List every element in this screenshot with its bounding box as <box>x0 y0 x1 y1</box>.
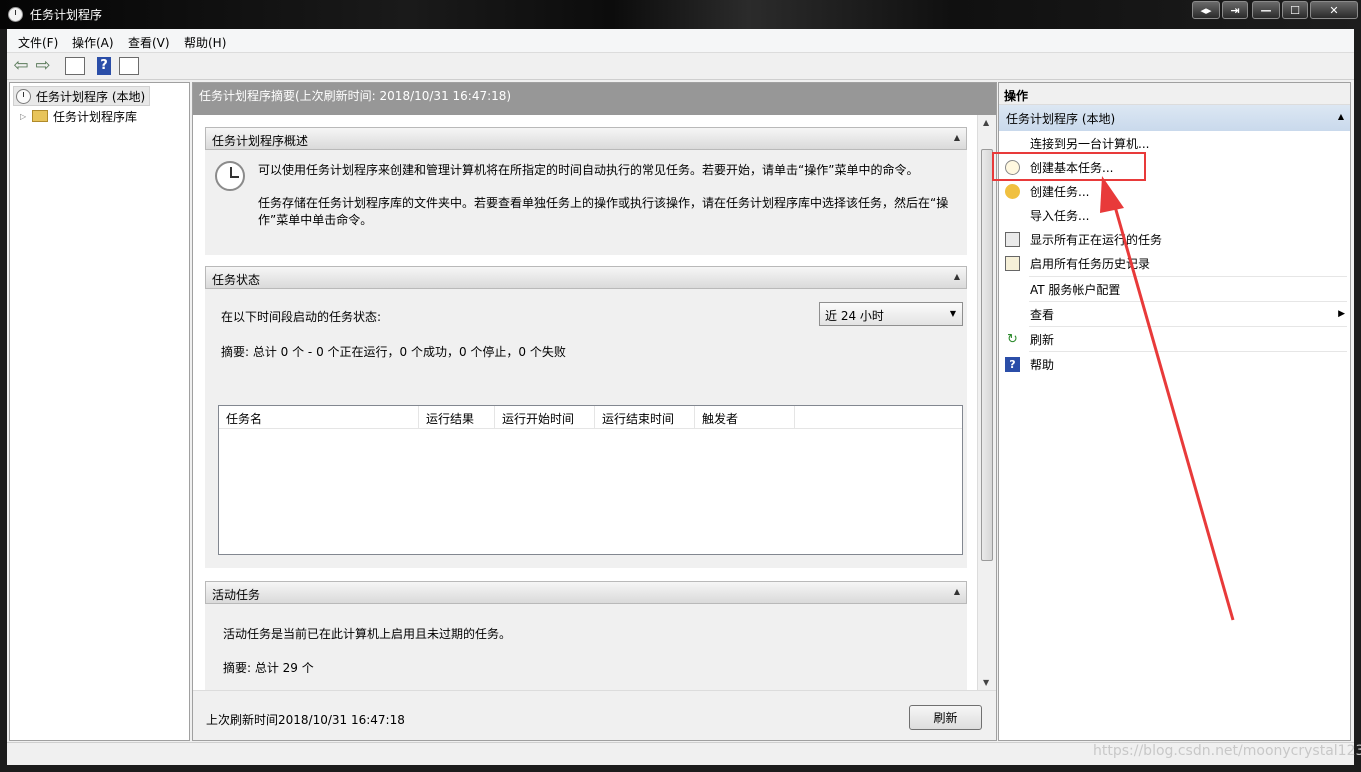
task-scheduler-clock-icon <box>8 7 23 22</box>
column-task-name[interactable]: 任务名 <box>219 406 419 429</box>
tree-item-root-label: 任务计划程序 (本地) <box>36 89 146 104</box>
status-range-label: 在以下时间段启动的任务状态: <box>221 310 382 324</box>
task-status-list-header: 任务名 运行结果 运行开始时间 运行结束时间 触发者 <box>219 406 962 429</box>
action-at-service-config[interactable]: AT 服务帐户配置 <box>999 277 1350 301</box>
create-task-icon <box>1005 183 1020 199</box>
task-status-section-header[interactable]: 任务状态 ▲ <box>205 266 967 289</box>
extra-window-buttons: ◂▸ ⇥ <box>1192 1 1248 19</box>
help-icon: ? <box>1005 356 1020 372</box>
task-history-icon <box>1005 255 1020 271</box>
menu-file[interactable]: 文件(F) <box>18 34 58 51</box>
dropdown-arrow-icon: ▼ <box>949 309 956 318</box>
overview-title: 任务计划程序概述 <box>212 134 309 148</box>
action-help[interactable]: ? 帮助 <box>999 352 1350 376</box>
summary-footer: 上次刷新时间2018/10/31 16:47:18 刷新 <box>193 690 996 740</box>
clock-icon <box>16 88 31 104</box>
scrollbar-thumb[interactable] <box>981 149 993 561</box>
watermark: https://blog.csdn.net/moonycrystal123 <box>1093 743 1361 759</box>
summary-header: 任务计划程序摘要(上次刷新时间: 2018/10/31 16:47:18) <box>193 83 996 115</box>
toolbar: ⇦ ⇨ ? <box>7 53 1354 80</box>
overview-paragraph-1: 可以使用任务计划程序来创建和管理计算机将在所指定的时间自动执行的常见任务。若要开… <box>258 163 919 177</box>
time-range-value: 近 24 小时 <box>825 309 884 323</box>
overview-section-header[interactable]: 任务计划程序概述 ▲ <box>205 127 967 150</box>
active-tasks-title: 活动任务 <box>212 588 261 602</box>
expand-triangle-icon[interactable]: ▷ <box>20 112 30 121</box>
action-enable-history[interactable]: 启用所有任务历史记录 <box>999 251 1350 275</box>
menu-help[interactable]: 帮助(H) <box>184 34 226 51</box>
action-label: 显示所有正在运行的任务 <box>1030 232 1163 247</box>
task-status-list[interactable]: 任务名 运行结果 运行开始时间 运行结束时间 触发者 <box>218 405 963 555</box>
action-label: 查看 <box>1030 307 1055 322</box>
collapse-chevron-icon[interactable]: ▲ <box>954 133 960 142</box>
column-run-result[interactable]: 运行结果 <box>419 406 495 429</box>
submenu-arrow-icon: ▶ <box>1338 309 1345 319</box>
summary-scroll-area: 任务计划程序概述 ▲ 可以使用任务计划程序来创建和管理计算机将在所指定的时间自动… <box>193 115 977 690</box>
action-refresh[interactable]: ↻ 刷新 <box>999 327 1350 351</box>
column-run-start[interactable]: 运行开始时间 <box>495 406 595 429</box>
refresh-button[interactable]: 刷新 <box>909 705 982 730</box>
action-label: 创建任务... <box>1030 184 1090 199</box>
action-import-task[interactable]: 导入任务... <box>999 203 1350 227</box>
menu-action[interactable]: 操作(A) <box>72 34 114 51</box>
active-tasks-section: 活动任务 ▲ 活动任务是当前已在此计算机上启用且未过期的任务。 摘要: 总计 2… <box>205 581 967 690</box>
last-refresh-text: 上次刷新时间2018/10/31 16:47:18 <box>206 713 405 727</box>
action-label: 帮助 <box>1030 357 1055 372</box>
menu-view[interactable]: 查看(V) <box>128 34 170 51</box>
action-show-running-tasks[interactable]: 显示所有正在运行的任务 <box>999 227 1350 251</box>
status-summary: 摘要: 总计 0 个 - 0 个正在运行，0 个成功，0 个停止，0 个失败 <box>221 345 566 359</box>
tree-item-root[interactable]: 任务计划程序 (本地) <box>13 86 151 106</box>
maximize-button[interactable]: ☐ <box>1282 1 1308 19</box>
show-hide-action-pane-icon[interactable] <box>119 57 139 75</box>
minimize-button[interactable]: — <box>1252 1 1280 19</box>
actions-group-header[interactable]: 任务计划程序 (本地) ▲ <box>999 105 1350 131</box>
actions-group-label: 任务计划程序 (本地) <box>1006 112 1116 126</box>
menu-bar: 文件(F) 操作(A) 查看(V) 帮助(H) <box>7 29 1354 53</box>
show-hide-console-tree-icon[interactable] <box>65 57 85 75</box>
overview-section: 任务计划程序概述 ▲ 可以使用任务计划程序来创建和管理计算机将在所指定的时间自动… <box>205 127 967 255</box>
restore-aside-icon[interactable]: ⇥ <box>1222 1 1248 19</box>
close-button[interactable]: ✕ <box>1310 1 1358 19</box>
main-window: 文件(F) 操作(A) 查看(V) 帮助(H) ⇦ ⇨ ? 任务计划程序 (本地… <box>7 29 1354 765</box>
time-range-dropdown[interactable]: 近 24 小时 ▼ <box>819 302 963 326</box>
collapse-chevron-icon[interactable]: ▲ <box>954 587 960 596</box>
scroll-down-icon[interactable]: ▼ <box>983 678 989 687</box>
window-title: 任务计划程序 <box>30 8 103 22</box>
tree-item-library-label: 任务计划程序库 <box>53 109 138 124</box>
actions-title: 操作 <box>999 83 1350 105</box>
scroll-up-icon[interactable]: ▲ <box>983 118 989 127</box>
task-status-section: 任务状态 ▲ 在以下时间段启动的任务状态: 近 24 小时 ▼ 摘要: 总计 0… <box>205 266 967 568</box>
overview-paragraph-2: 任务存储在任务计划程序库的文件夹中。若要查看单独任务上的操作或执行该操作，请在任… <box>258 196 949 227</box>
annotation-highlight-box <box>992 152 1146 181</box>
action-label: 导入任务... <box>1030 208 1090 223</box>
running-tasks-icon <box>1005 231 1020 247</box>
window-controls: — ☐ ✕ <box>1252 1 1358 19</box>
collapse-chevron-icon[interactable]: ▲ <box>1338 112 1344 121</box>
help-icon[interactable]: ? <box>97 57 111 75</box>
back-arrow-icon[interactable]: ⇦ <box>11 57 31 75</box>
action-create-task[interactable]: 创建任务... <box>999 179 1350 203</box>
action-label: 刷新 <box>1030 332 1055 347</box>
active-tasks-summary: 摘要: 总计 29 个 <box>223 661 314 675</box>
console-tree: 任务计划程序 (本地) ▷ 任务计划程序库 <box>9 82 190 741</box>
refresh-icon: ↻ <box>1007 331 1018 347</box>
action-label: 连接到另一台计算机... <box>1030 136 1150 151</box>
summary-scrollbar[interactable]: ▲ ▼ <box>977 115 996 690</box>
collapse-chevron-icon[interactable]: ▲ <box>954 272 960 281</box>
action-label: 启用所有任务历史记录 <box>1030 256 1151 271</box>
task-status-title: 任务状态 <box>212 273 261 287</box>
column-triggered-by[interactable]: 触发者 <box>695 406 795 429</box>
active-tasks-section-header[interactable]: 活动任务 ▲ <box>205 581 967 604</box>
folder-icon <box>32 110 48 122</box>
forward-arrow-icon[interactable]: ⇨ <box>33 57 53 75</box>
summary-pane: 任务计划程序摘要(上次刷新时间: 2018/10/31 16:47:18) 任务… <box>192 82 997 741</box>
title-bar: 任务计划程序 ◂▸ ⇥ — ☐ ✕ <box>0 0 1361 29</box>
action-label: AT 服务帐户配置 <box>1030 282 1121 297</box>
active-tasks-description: 活动任务是当前已在此计算机上启用且未过期的任务。 <box>223 627 512 641</box>
snap-icon[interactable]: ◂▸ <box>1192 1 1220 19</box>
tree-item-library[interactable]: ▷ 任务计划程序库 <box>20 106 137 126</box>
overview-clock-icon <box>215 161 245 191</box>
action-view[interactable]: 查看 ▶ <box>999 302 1350 326</box>
column-run-end[interactable]: 运行结束时间 <box>595 406 695 429</box>
